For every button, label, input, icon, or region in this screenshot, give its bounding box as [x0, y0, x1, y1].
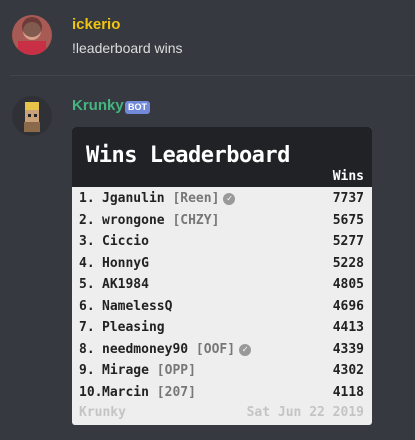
message-1: ickerio !leaderboard wins — [0, 0, 415, 75]
player-name: NamelessQ — [102, 298, 173, 314]
user-avatar-icon — [12, 15, 52, 55]
rank: 1. — [79, 191, 95, 206]
leaderboard-row: 1. Jganulin [Reen] ✓ 7737 — [72, 188, 372, 210]
player-name: needmoney90 — [102, 341, 189, 357]
leaderboard-row: 4. HonnyG 5228 — [72, 253, 372, 275]
player-tag: [OOF] — [195, 341, 236, 357]
leaderboard-rows: 1. Jganulin [Reen] ✓ 7737 2. wrongone [CH… — [72, 188, 372, 403]
avatar-krunky[interactable] — [12, 96, 52, 136]
rank: 10. — [79, 384, 103, 400]
player: Ciccio — [102, 234, 149, 249]
leaderboard-embed: Wins Leaderboard Wins 1. Jganulin [Reen]… — [72, 127, 372, 425]
wins-value: 4339 — [332, 341, 364, 357]
wins-value: 4805 — [332, 277, 364, 292]
footer-date: Sat Jun 22 2019 — [246, 405, 364, 420]
wins-value: 5675 — [332, 212, 364, 228]
player-tag: [CHZY] — [172, 212, 220, 228]
leaderboard-row: 5. AK1984 4805 — [72, 274, 372, 296]
player: AK1984 — [102, 277, 149, 292]
bot-avatar-icon — [12, 96, 52, 136]
message-text: !leaderboard wins — [72, 40, 183, 56]
leaderboard-row: 7. Pleasing 4413 — [72, 317, 372, 339]
embed-header: Wins Leaderboard Wins — [72, 127, 372, 187]
wins-value: 4118 — [332, 384, 364, 400]
player-name: Jganulin — [102, 191, 165, 206]
username[interactable]: ickerio — [72, 16, 120, 33]
leaderboard-row: 2. wrongone [CHZY] 5675 — [72, 210, 372, 232]
player-name: Ciccio — [102, 234, 149, 249]
wins-value: 4302 — [332, 363, 364, 378]
wins-column-label: Wins — [332, 169, 364, 184]
player-tag: [207] — [156, 384, 196, 400]
player: Marcin [207] — [102, 385, 196, 400]
rank: 3. — [79, 234, 95, 249]
player: Mirage [OPP] — [102, 363, 196, 378]
leaderboard-row: 6. NamelessQ 4696 — [72, 296, 372, 318]
rank: 4. — [79, 255, 95, 271]
player-name: Marcin — [102, 384, 149, 400]
player: needmoney90 [OOF] ✓ — [102, 341, 252, 357]
rank: 2. — [79, 212, 95, 228]
wins-value: 5228 — [332, 255, 364, 271]
verified-check-icon: ✓ — [223, 193, 236, 205]
leaderboard-row: 10. Marcin [207] 4118 — [72, 382, 372, 404]
wins-value: 7737 — [332, 191, 364, 206]
player: Jganulin [Reen] ✓ — [102, 191, 236, 206]
rank: 8. — [79, 341, 95, 357]
player: NamelessQ — [102, 299, 172, 314]
player-name: wrongone — [102, 212, 165, 228]
verified-check-icon: ✓ — [239, 343, 252, 356]
wins-value: 4413 — [332, 320, 364, 335]
rank: 7. — [79, 320, 95, 335]
bot-badge: BOT — [125, 101, 150, 114]
wins-value: 5277 — [332, 234, 364, 249]
player-name: HonnyG — [102, 255, 149, 271]
rank: 5. — [79, 277, 95, 292]
username[interactable]: Krunky — [72, 97, 124, 114]
embed-title: Wins Leaderboard — [86, 143, 290, 168]
player-name: Pleasing — [102, 320, 165, 335]
player-name: Mirage — [102, 363, 149, 378]
player: HonnyG — [102, 256, 149, 271]
rank: 9. — [79, 363, 95, 378]
player-tag: [OPP] — [156, 363, 196, 378]
player: wrongone [CHZY] — [102, 213, 219, 228]
player-name: AK1984 — [102, 277, 149, 292]
player: Pleasing — [102, 320, 165, 335]
embed-footer: Krunky Sat Jun 22 2019 — [72, 403, 372, 423]
avatar-ickerio[interactable] — [12, 15, 52, 55]
wins-value: 4696 — [332, 298, 364, 314]
leaderboard-row: 8. needmoney90 [OOF] ✓ 4339 — [72, 339, 372, 361]
rank: 6. — [79, 298, 95, 314]
footer-bot-name: Krunky — [79, 405, 126, 420]
leaderboard-row: 3. Ciccio 5277 — [72, 231, 372, 253]
player-tag: [Reen] — [172, 191, 220, 206]
leaderboard-row: 9. Mirage [OPP] 4302 — [72, 360, 372, 382]
